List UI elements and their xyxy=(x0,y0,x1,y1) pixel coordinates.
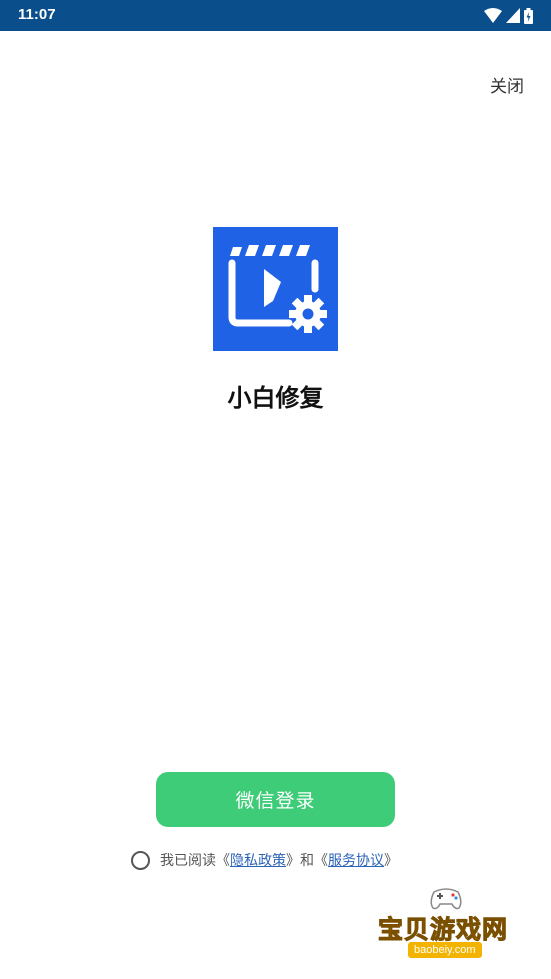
agreement-open-quote-2: 《 xyxy=(314,853,328,869)
wifi-icon xyxy=(484,8,502,23)
agree-radio[interactable] xyxy=(131,850,150,870)
agreement-close-quote-2: 》 xyxy=(384,853,398,869)
close-button[interactable]: 关闭 xyxy=(490,72,524,97)
app-logo xyxy=(213,227,338,351)
watermark-title: 宝贝游戏网 xyxy=(377,915,509,945)
battery-icon xyxy=(524,7,533,24)
signal-icon xyxy=(506,8,520,23)
agreement-prefix: 我已阅读 xyxy=(160,853,216,869)
status-icons xyxy=(484,7,533,24)
agreement-row: 我已阅读《隐私政策》和《服务协议》 xyxy=(131,849,398,871)
agreement-close-quote: 》 xyxy=(286,853,300,869)
gamepad-icon xyxy=(430,888,462,910)
privacy-policy-link[interactable]: 隐私政策 xyxy=(230,850,286,870)
wechat-login-button[interactable]: 微信登录 xyxy=(156,772,395,827)
terms-of-service-link[interactable]: 服务协议 xyxy=(328,850,384,870)
video-repair-icon xyxy=(228,245,327,333)
status-bar: 11:07 xyxy=(0,0,551,31)
agreement-connector: 和 xyxy=(300,853,314,869)
status-time: 11:07 xyxy=(18,6,56,23)
agreement-open-quote: 《 xyxy=(216,853,230,869)
app-name: 小白修复 xyxy=(227,384,324,412)
watermark-url: baobeiy.com xyxy=(408,942,482,958)
site-watermark: 宝贝游戏网 baobeiy.com xyxy=(374,884,519,966)
